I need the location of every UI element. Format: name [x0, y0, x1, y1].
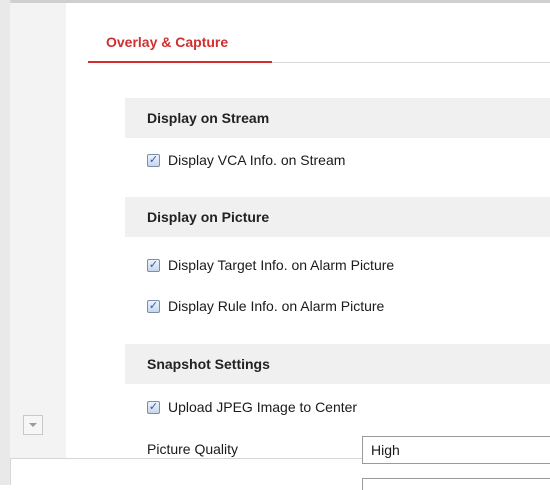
- check-icon: ✓: [148, 299, 159, 312]
- section-header-display-on-stream: Display on Stream: [125, 98, 550, 138]
- section-header-snapshot-settings: Snapshot Settings: [125, 344, 550, 384]
- display-target-info-row[interactable]: ✓ Display Target Info. on Alarm Picture: [147, 255, 394, 275]
- next-field-select[interactable]: [362, 478, 550, 490]
- display-vca-info-checkbox[interactable]: ✓: [147, 153, 160, 167]
- display-rule-info-label: Display Rule Info. on Alarm Picture: [168, 298, 385, 314]
- tab-bar-divider: [272, 62, 550, 63]
- display-vca-info-row[interactable]: ✓ Display VCA Info. on Stream: [147, 150, 345, 170]
- display-vca-info-label: Display VCA Info. on Stream: [168, 152, 346, 168]
- upload-jpeg-label: Upload JPEG Image to Center: [168, 399, 358, 415]
- display-target-info-label: Display Target Info. on Alarm Picture: [168, 257, 395, 273]
- section-header-display-on-picture: Display on Picture: [125, 197, 550, 237]
- collapse-toggle-button[interactable]: [23, 415, 43, 435]
- upload-jpeg-checkbox[interactable]: ✓: [147, 400, 160, 414]
- display-rule-info-row[interactable]: ✓ Display Rule Info. on Alarm Picture: [147, 296, 384, 316]
- check-icon: ✓: [148, 400, 159, 413]
- display-rule-info-checkbox[interactable]: ✓: [147, 299, 160, 313]
- tab-overlay-capture[interactable]: Overlay & Capture: [88, 30, 246, 64]
- window-top-border: [0, 0, 550, 3]
- check-icon: ✓: [148, 153, 159, 166]
- left-navigation-panel: [10, 3, 66, 458]
- picture-quality-label: Picture Quality: [147, 441, 239, 457]
- picture-quality-select[interactable]: High: [362, 436, 550, 464]
- display-target-info-checkbox[interactable]: ✓: [147, 258, 160, 272]
- upload-jpeg-row[interactable]: ✓ Upload JPEG Image to Center: [147, 397, 357, 417]
- check-icon: ✓: [148, 258, 159, 271]
- active-tab-underline: [88, 61, 272, 63]
- chevron-down-icon: [29, 423, 37, 427]
